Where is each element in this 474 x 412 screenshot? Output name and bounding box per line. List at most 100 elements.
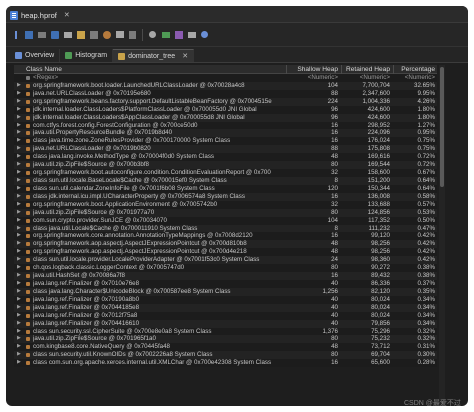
- percentage-cell: 0.42%: [417, 232, 435, 240]
- thread-overview-icon[interactable]: [62, 29, 73, 40]
- table-row[interactable]: ▶ class com.sun.org.apache.xerces.interna…: [14, 359, 437, 368]
- table-row[interactable]: ▶ class sun.security.util.KnownOIDs @ 0x7…: [14, 351, 437, 360]
- table-row[interactable]: ▶ org.springframework.boot.autoconfigure.…: [14, 169, 437, 177]
- tab-dominator-tree[interactable]: dominator_tree ✕: [113, 49, 195, 62]
- snapshot-icon[interactable]: [114, 29, 125, 40]
- table-row[interactable]: ▶ java.net.URLClassLoader @ 0x70195e680 88…: [14, 89, 437, 98]
- dominator-tree-icon[interactable]: [36, 29, 47, 40]
- percentage-cell: 0.58%: [417, 192, 435, 200]
- table-row[interactable]: ▶ com.sun.crypto.provider.SunJCE @ 0x7003…: [14, 216, 437, 225]
- table-row[interactable]: ▶ java.util.zip.ZipFile$Source @ 0x701965…: [14, 335, 437, 344]
- tab-dominator-tree-label: dominator_tree: [128, 52, 176, 60]
- regex-filter-row[interactable]: <Regex> <Numeric> <Numeric> <Numeric>: [14, 74, 437, 82]
- percentage-cell: 0.67%: [417, 169, 435, 177]
- percentage-cell: 0.34%: [417, 295, 435, 303]
- histogram-icon[interactable]: [23, 29, 34, 40]
- editor-tab-heap[interactable]: heap.hprof ✕: [10, 9, 70, 21]
- watermark: CSDN @最爱不过: [404, 400, 461, 406]
- table-row[interactable]: ▶ class sun.util.calendar.ZoneInfoFile @ …: [14, 184, 437, 193]
- view-tab-bar: Overview Histogram dominator_tree ✕: [6, 47, 468, 63]
- export-icon[interactable]: [127, 29, 138, 40]
- table-row[interactable]: ▶ java.lang.ref.Finalizer @ 0x704416610 40…: [14, 319, 437, 328]
- run-report-icon[interactable]: [75, 29, 86, 40]
- percentage-cell: 0.38%: [417, 264, 435, 272]
- column-header-percentage[interactable]: Percentage: [14, 66, 435, 73]
- filter-icon[interactable]: [186, 29, 197, 40]
- table-row[interactable]: ▶ java.lang.ref.Finalizer @ 0x7044185e8 40…: [14, 303, 437, 312]
- percentage-cell: 0.42%: [417, 240, 435, 248]
- percentage-cell: 0.72%: [417, 161, 435, 169]
- table-row[interactable]: ▶ com.kingbase8.core.NativeQuery @ 0x7044…: [14, 343, 437, 352]
- table-row[interactable]: ▶ java.util.zip.ZipFile$Source @ 0x700b3b…: [14, 161, 437, 170]
- table-row[interactable]: ▶ org.springframework.aop.aspectj.AspectJ…: [14, 240, 437, 249]
- table-row[interactable]: ▶ java.util.HashSet @ 0x70086a7f8 16 89,432…: [14, 272, 437, 280]
- table-row[interactable]: ▶ class sun.util.locale.provider.LocalePr…: [14, 256, 437, 265]
- table-row[interactable]: ▶ java.net.URLClassLoader @ 0x7019b0820 88…: [14, 145, 437, 154]
- close-icon[interactable]: ✕: [182, 52, 188, 60]
- group-icon[interactable]: [160, 29, 171, 40]
- editor-tab-bar: heap.hprof ✕: [6, 6, 468, 23]
- table-row[interactable]: ▶ org.springframework.boot.loader.Launche…: [14, 81, 437, 90]
- table-row[interactable]: ▶ jdk.internal.loader.ClassLoaders$Platfo…: [14, 105, 437, 114]
- tab-histogram-label: Histogram: [75, 52, 108, 59]
- percentage-cell: 0.32%: [417, 327, 435, 335]
- percentage-cell: 0.38%: [417, 272, 435, 280]
- percentage-cell: 0.95%: [417, 129, 435, 137]
- table-row[interactable]: ▶ org.springframework.aop.aspectj.AspectJ…: [14, 248, 437, 257]
- percentage-cell: 0.53%: [417, 208, 435, 216]
- table-row[interactable]: ▶ class java.lang.invoke.MethodType @ 0x7…: [14, 153, 437, 162]
- table-row[interactable]: ▶ java.util.zip.ZipFile$Source @ 0x701977…: [14, 208, 437, 217]
- heap-dump-icon[interactable]: [101, 29, 112, 40]
- percentage-cell: 0.32%: [417, 335, 435, 343]
- percentage-cell: 0.42%: [417, 248, 435, 256]
- refresh-icon[interactable]: [199, 29, 210, 40]
- table-row[interactable]: ▶ jdk.internal.loader.ClassLoaders$AppCla…: [14, 113, 437, 122]
- editor-tab-label: heap.hprof: [21, 10, 57, 20]
- percentage-cell: 0.31%: [417, 343, 435, 351]
- calculate-icon[interactable]: [173, 29, 184, 40]
- percentage-cell: 1.27%: [417, 121, 435, 129]
- table-row[interactable]: ▶ java.lang.ref.Finalizer @ 0x7010e76e8 40…: [14, 279, 437, 288]
- percentage-filter-input[interactable]: <Numeric>: [14, 74, 435, 82]
- percentage-cell: 0.30%: [417, 351, 435, 359]
- tab-overview-label: Overview: [25, 52, 55, 59]
- scrollbar-thumb[interactable]: [440, 67, 444, 187]
- toolbar: [6, 23, 468, 47]
- table-row[interactable]: ▶ java.lang.ref.Finalizer @ 0x70190a8b0 40…: [14, 295, 437, 304]
- table-header: Class Name Shallow Heap Retained Heap Pe…: [14, 65, 437, 74]
- percentage-cell: 32.65%: [414, 81, 435, 89]
- percentage-cell: 9.95%: [417, 89, 435, 97]
- percentage-cell: 0.72%: [417, 153, 435, 161]
- oql-icon[interactable]: [49, 29, 60, 40]
- table-row[interactable]: ▶ class jdk.internal.icu.impl.UCharacterP…: [14, 192, 437, 201]
- table-row[interactable]: ▶ java.lang.ref.Finalizer @ 0x7012f75a8 40…: [14, 311, 437, 320]
- percentage-cell: 0.57%: [417, 200, 435, 208]
- percentage-cell: 0.35%: [417, 287, 435, 295]
- query-browser-icon[interactable]: [88, 29, 99, 40]
- table-row[interactable]: ▶ com.ctfys.forest.config.ForestConfigura…: [14, 121, 437, 130]
- info-icon[interactable]: [10, 29, 21, 40]
- table-row[interactable]: ▶ java.util.PropertyResourceBundle @ 0x70…: [14, 129, 437, 138]
- table-row[interactable]: ▶ class java.lang.Character$UnicodeBlock …: [14, 287, 437, 296]
- percentage-cell: 0.64%: [417, 184, 435, 192]
- overview-icon: [15, 52, 22, 59]
- table-row[interactable]: ▶ org.springframework.core.annotation.Ann…: [14, 232, 437, 241]
- tab-overview[interactable]: Overview: [10, 49, 61, 62]
- percentage-cell: 0.37%: [417, 279, 435, 287]
- percentage-cell: 0.34%: [417, 303, 435, 311]
- tab-histogram[interactable]: Histogram: [60, 49, 114, 62]
- close-icon[interactable]: ✕: [64, 11, 70, 19]
- table-row[interactable]: ▶ org.springframework.boot.ApplicationEnv…: [14, 200, 437, 209]
- table-row[interactable]: ▶ class sun.util.locale.BaseLocale$Cache …: [14, 176, 437, 185]
- table-row[interactable]: ▶ ch.qos.logback.classic.LoggerContext @ …: [14, 264, 437, 273]
- table-row[interactable]: ▶ org.springframework.beans.factory.suppo…: [14, 97, 437, 106]
- table-row[interactable]: ▶ class java.util.Locale$Cache @ 0x700011…: [14, 224, 437, 233]
- mat-window: heap.hprof ✕ Overview Histogram dominato…: [6, 6, 468, 406]
- search-icon[interactable]: [147, 29, 158, 40]
- table-row[interactable]: ▶ class sun.security.ssl.CipherSuite @ 0x…: [14, 327, 437, 336]
- percentage-cell: 0.75%: [417, 145, 435, 153]
- histogram-tab-icon: [65, 52, 73, 59]
- table-row[interactable]: ▶ class java.time.zone.ZoneRulesProvider …: [14, 137, 437, 146]
- vertical-scrollbar[interactable]: [439, 65, 445, 406]
- percentage-cell: 0.47%: [417, 224, 435, 232]
